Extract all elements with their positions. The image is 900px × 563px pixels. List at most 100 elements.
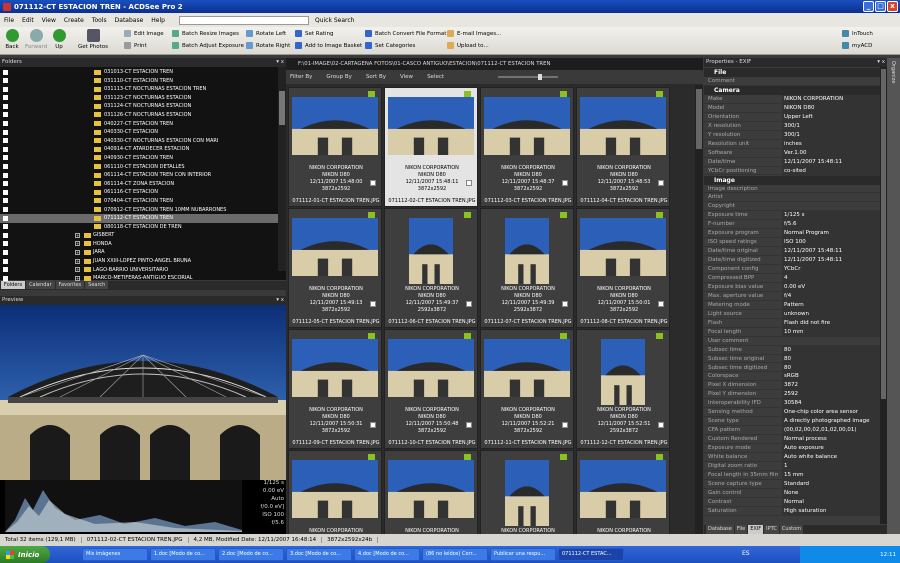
expand-icon[interactable]: +	[75, 241, 80, 247]
folder-item[interactable]: + HONDA	[0, 240, 278, 249]
properties-scroll-thumb[interactable]	[881, 69, 886, 399]
folder-item[interactable]: 031123-CT NOCTURNAS ESTACION	[0, 94, 278, 103]
thumbnail-checkbox[interactable]	[466, 180, 472, 186]
thumbnail[interactable]: NIKON CORPORATIONNIKON D8012/11/2007 15:…	[288, 208, 382, 328]
folder-item[interactable]: 031124-CT NOCTURNAS ESTACION	[0, 102, 278, 111]
folder-item[interactable]: + GISBERT	[0, 231, 278, 240]
thumbnail-checkbox[interactable]	[658, 422, 664, 428]
property-value[interactable]: unknown	[782, 309, 880, 319]
folder-checkbox[interactable]	[3, 275, 8, 281]
folder-checkbox[interactable]	[3, 232, 8, 238]
folder-checkbox[interactable]	[3, 207, 8, 212]
task-button-active[interactable]: 071112-CT ESTAC...	[558, 548, 624, 561]
expand-icon[interactable]: +	[75, 249, 80, 255]
folder-item[interactable]: 061110-CT ESTACION DETALLES	[0, 163, 278, 172]
thumbnail[interactable]: NIKON CORPORATIONNIKON D8012/11/2007 15:…	[576, 329, 670, 449]
thumbnail-checkbox[interactable]	[562, 422, 568, 428]
get-photos-button[interactable]: Get Photos	[76, 29, 110, 50]
thumbnail[interactable]: NIKON CORPORATIONNIKON D8012/11/2007 15:…	[288, 450, 382, 534]
folder-item[interactable]: 040330-CT ESTACION	[0, 128, 278, 137]
menu-view[interactable]: View	[42, 17, 56, 24]
property-value[interactable]: 0.00 eV	[782, 282, 880, 292]
task-button[interactable]: 3.doc [Modo de co...	[286, 548, 352, 561]
folder-item[interactable]: 061114-CT ESTACION TREN CON INTERIOR	[0, 171, 278, 180]
property-value[interactable]: sRGB	[782, 372, 880, 382]
property-value[interactable]: YCbCr	[782, 265, 880, 274]
property-value[interactable]: 10 mm	[782, 327, 880, 337]
properties-close-icon[interactable]: ▾ x	[877, 58, 885, 67]
property-value[interactable]: 4	[782, 274, 880, 283]
property-value[interactable]: (00,02,00,02,01,02,00,01)	[782, 426, 880, 436]
expand-icon[interactable]: +	[75, 267, 80, 273]
folder-checkbox[interactable]	[3, 129, 8, 135]
folder-item[interactable]: 031013-CT ESTACION TREN	[0, 68, 278, 77]
folder-checkbox[interactable]	[3, 198, 8, 204]
property-value[interactable]: NIKON D80	[782, 103, 880, 113]
task-button[interactable]: Publicar una respu...	[490, 548, 556, 561]
maximize-button[interactable]: □	[875, 1, 886, 12]
property-value[interactable]: 80	[782, 345, 880, 355]
thumbnail-checkbox[interactable]	[466, 301, 472, 307]
thumbnail[interactable]: NIKON CORPORATIONNIKON D8012/11/2007 15:…	[384, 87, 478, 207]
property-value[interactable]: NIKON CORPORATION	[782, 94, 880, 104]
back-button[interactable]: Back	[0, 29, 24, 50]
property-value[interactable]: f/4	[782, 291, 880, 301]
folder-checkbox[interactable]	[3, 121, 8, 127]
folder-checkbox[interactable]	[3, 172, 8, 178]
add-basket-button[interactable]: Add to Image Basket	[295, 42, 362, 49]
menu-file[interactable]: File	[4, 17, 14, 24]
thumbnail[interactable]: NIKON CORPORATIONNIKON D8012/11/2007 15:…	[384, 329, 478, 449]
folder-checkbox[interactable]	[3, 215, 8, 221]
property-value[interactable]: 80	[782, 363, 880, 373]
folder-item[interactable]: 040914-CT ATARDECER ESTACION	[0, 145, 278, 154]
folder-item[interactable]: 031126-CT NOCTURNAS ESTACION	[0, 111, 278, 120]
thumbnail[interactable]: NIKON CORPORATIONNIKON D8012/11/2007 15:…	[480, 87, 574, 207]
folder-item[interactable]: 040930-CT ESTACION TREN	[0, 154, 278, 163]
folder-item[interactable]: 070404-CT ESTACION TREN	[0, 197, 278, 206]
tab-exif[interactable]: EXIF	[748, 525, 764, 534]
batch-resize-button[interactable]: Batch Resize Images	[172, 30, 239, 37]
properties-scrollbar[interactable]	[880, 67, 887, 524]
print-button[interactable]: Print	[124, 42, 147, 49]
folder-checkbox[interactable]	[3, 267, 8, 273]
folder-checkbox[interactable]	[3, 241, 8, 247]
property-value[interactable]: Standard	[782, 479, 880, 489]
property-value[interactable]: ISO 100	[782, 238, 880, 248]
property-value[interactable]: High saturation	[782, 506, 880, 516]
property-value[interactable]: 3872	[782, 381, 880, 391]
view-button[interactable]: View	[400, 74, 413, 80]
property-value[interactable]: Ver.1.00	[782, 148, 880, 158]
task-button[interactable]: Mis imágenes	[82, 548, 148, 561]
tab-favorites[interactable]: Favorites	[55, 281, 85, 289]
thumbnail[interactable]: NIKON CORPORATIONNIKON D8012/11/2007 15:…	[480, 329, 574, 449]
expand-icon[interactable]: +	[75, 275, 80, 281]
task-button[interactable]: 4.doc [Modo de co...	[354, 548, 420, 561]
zoom-slider[interactable]	[498, 74, 559, 80]
organize-tab[interactable]: Organize	[890, 61, 896, 83]
expand-icon[interactable]: +	[75, 258, 80, 264]
email-button[interactable]: E-mail Images...	[447, 30, 501, 37]
property-value[interactable]: f/5.6	[782, 220, 880, 230]
folder-item[interactable]: 070912-CT ESTACION TREN 10MM NUBARRONES	[0, 206, 278, 215]
folder-checkbox[interactable]	[3, 103, 8, 109]
property-value[interactable]: 12/11/2007 15:48:11	[782, 157, 880, 167]
myacd-button[interactable]: myACD	[842, 42, 872, 49]
property-value[interactable]: One-chip color area sensor	[782, 408, 880, 418]
property-value[interactable]: 12/11/2007 15:48:11	[782, 256, 880, 266]
intouch-button[interactable]: InTouch	[842, 30, 873, 37]
folder-item[interactable]: 040330-CT NOCTURNAS ESTACION CON MARI	[0, 137, 278, 146]
edit-image-button[interactable]: Edit Image	[124, 30, 164, 37]
folder-checkbox[interactable]	[3, 224, 8, 230]
folder-item[interactable]: + JUAN XXIII-LOPEZ PINTO-ANGEL BRUNA	[0, 257, 278, 266]
set-categories-button[interactable]: Set Categories	[365, 42, 415, 49]
batch-exposure-button[interactable]: Batch Adjust Exposure	[172, 42, 244, 49]
thumbnail[interactable]: NIKON CORPORATIONNIKON D8012/11/2007 15:…	[480, 450, 574, 534]
property-value[interactable]: None	[782, 488, 880, 498]
folder-checkbox[interactable]	[3, 258, 8, 264]
thumbnail-checkbox[interactable]	[466, 422, 472, 428]
property-value[interactable]: Normal process	[782, 435, 880, 445]
property-value[interactable]: 15 mm	[782, 470, 880, 480]
property-value[interactable]: inches	[782, 139, 880, 149]
menu-create[interactable]: Create	[64, 17, 84, 24]
tab-file[interactable]: File	[734, 525, 748, 534]
